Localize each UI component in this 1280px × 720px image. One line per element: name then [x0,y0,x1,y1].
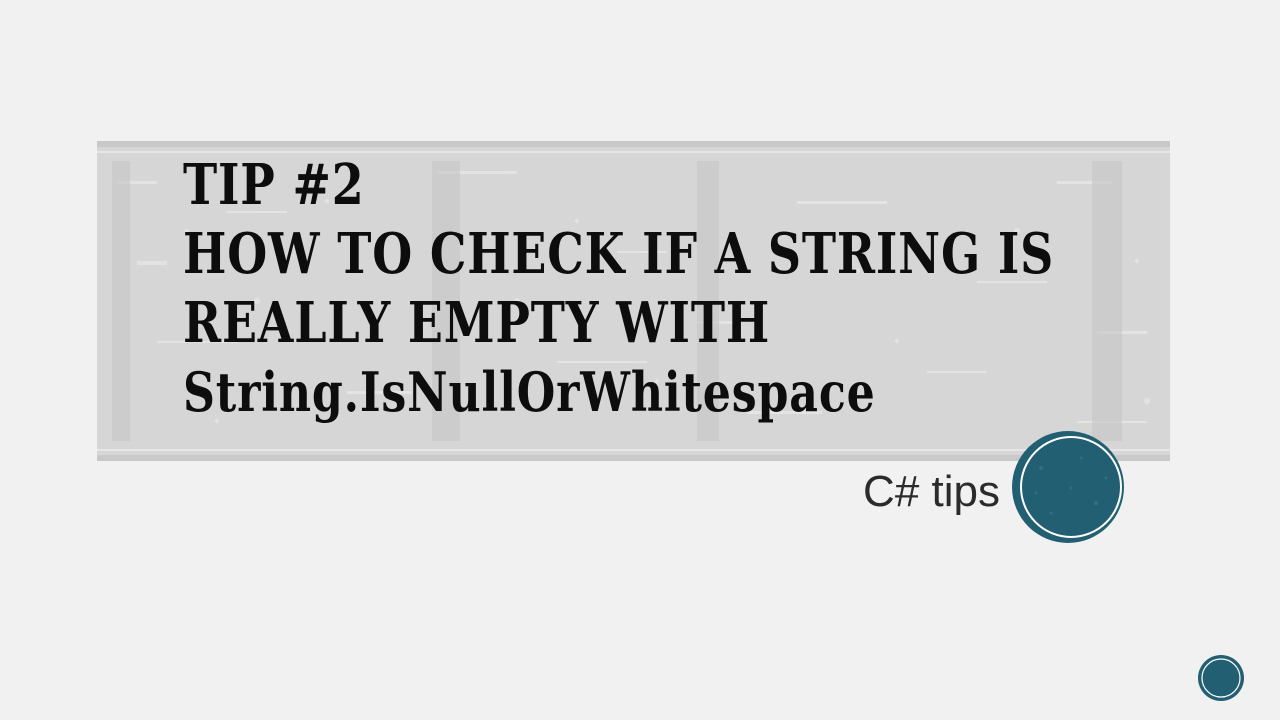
title-band: Tip #2 How to check if a string is reall… [97,141,1170,461]
title-line-2: How to check if a string is [183,221,1055,287]
slide-number-icon [1198,655,1244,701]
title-line-4: String.IsNullOrWhitespace [183,360,876,424]
title-line-1: Tip #2 [183,152,365,218]
circle-badge-icon [1012,431,1124,543]
title-line-3: really empty with [183,290,771,356]
slide-subtitle: C# tips [863,467,1000,516]
slide-title: Tip #2 How to check if a string is reall… [183,151,1143,427]
slide-canvas: Tip #2 How to check if a string is reall… [0,0,1280,720]
